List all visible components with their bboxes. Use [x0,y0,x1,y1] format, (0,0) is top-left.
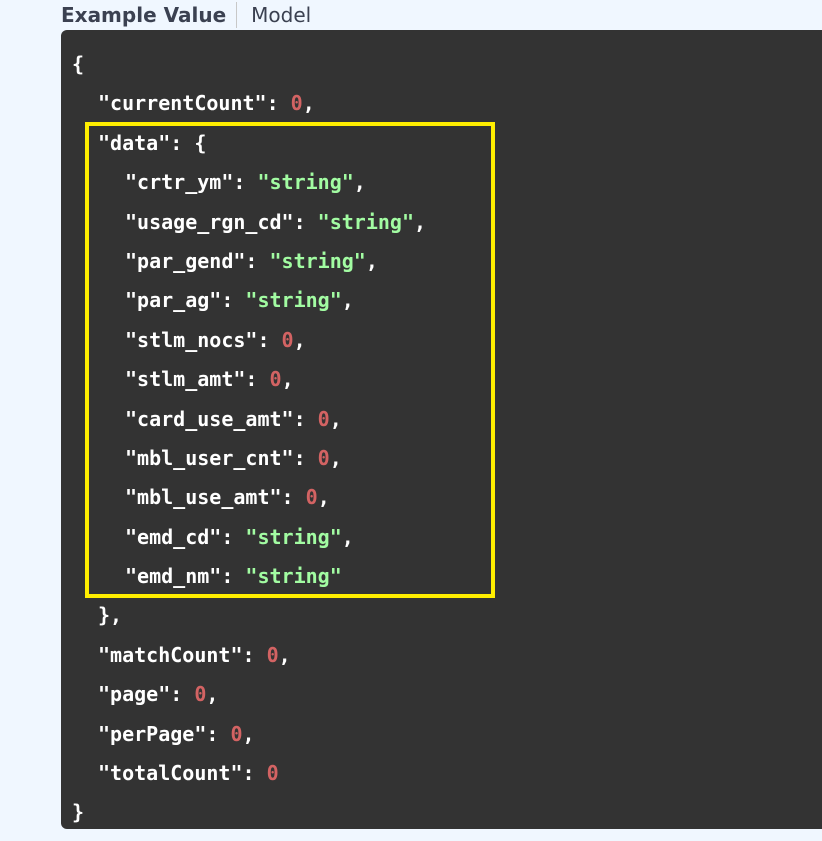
json-key: "currentCount" [98,91,267,116]
json-key: "matchCount" [98,642,243,667]
json-line-field: "par_gend": "string", [125,248,378,273]
json-line-page: "page": 0, [98,682,219,707]
json-key: "stlm_amt" [125,367,246,392]
json-line-close: } [72,793,426,832]
json-string-value: "string" [257,170,354,195]
close-brace: } [72,800,85,825]
json-number-value: 0 [317,406,330,431]
tab-example-value[interactable]: Example Value [61,0,236,30]
json-line-open: { [72,45,426,84]
json-string-value: "string" [245,524,342,549]
json-number-value: 0 [266,642,279,667]
json-comma: , [353,170,366,195]
json-comma: , [317,485,330,510]
tab-model[interactable]: Model [237,0,311,30]
json-string-value: "string" [245,564,342,589]
json-number-value: 0 [305,485,318,510]
json-comma: , [414,209,427,234]
json-comma: , [341,524,354,549]
json-line-field: "mbl_use_amt": 0, [125,485,330,510]
json-key: "usage_rgn_cd" [125,209,294,234]
data-open-brace: { [194,130,207,155]
json-key: "par_gend" [125,248,246,273]
json-line-match-count: "matchCount": 0, [98,642,291,667]
json-key: "data" [98,130,171,155]
json-key: "card_use_amt" [125,406,294,431]
json-key: "mbl_use_amt" [125,485,282,510]
json-number-value: 0 [281,327,294,352]
json-line-per-page: "perPage": 0, [98,721,255,746]
open-brace: { [72,52,85,76]
json-comma: , [329,406,342,431]
data-close-brace: }, [98,603,123,628]
json-comma: , [293,327,306,352]
json-line-field: "card_use_amt": 0, [125,406,342,431]
json-number-value: 0 [269,367,282,392]
json-line-current-count: "currentCount": 0, [98,91,315,116]
json-key: "page" [98,682,171,707]
json-line-field: "emd_nm": "string" [125,564,342,589]
json-string-value: "string" [269,248,366,273]
json-number-value: 0 [194,682,207,707]
json-line-field: "par_ag": "string", [125,288,354,313]
json-number-value: 0 [266,761,279,786]
json-line-field: "stlm_amt": 0, [125,367,294,392]
json-example: { "currentCount": 0, "data": { "crtr_ym": "… [72,45,426,833]
json-comma: , [281,367,294,392]
json-string-value: "string" [245,288,342,313]
json-string-value: "string" [317,209,414,234]
json-number-value: 0 [290,91,303,116]
json-line-field: "crtr_ym": "string", [125,170,366,195]
json-key: "perPage" [98,721,207,746]
json-comma: , [341,288,354,313]
example-tabs: Example Value Model [61,0,311,30]
json-key: "stlm_nocs" [125,327,258,352]
json-line-data-close: }, [72,596,426,635]
json-line-total-count: "totalCount": 0 [98,761,279,786]
json-key: "totalCount" [98,761,243,786]
json-number-value: 0 [230,721,243,746]
json-key: "crtr_ym" [125,170,234,195]
json-line-data: "data": { [98,130,207,155]
json-key: "emd_nm" [125,564,222,589]
json-number-value: 0 [317,445,330,470]
json-line-field: "stlm_nocs": 0, [125,327,306,352]
json-comma: , [365,248,378,273]
json-key: "emd_cd" [125,524,222,549]
json-line-field: "mbl_user_cnt": 0, [125,445,342,470]
json-comma: , [329,445,342,470]
example-value-panel: { "currentCount": 0, "data": { "crtr_ym": "… [61,30,822,829]
json-key: "mbl_user_cnt" [125,445,294,470]
json-key: "par_ag" [125,288,222,313]
json-line-field: "usage_rgn_cd": "string", [125,209,427,234]
json-line-field: "emd_cd": "string", [125,524,354,549]
